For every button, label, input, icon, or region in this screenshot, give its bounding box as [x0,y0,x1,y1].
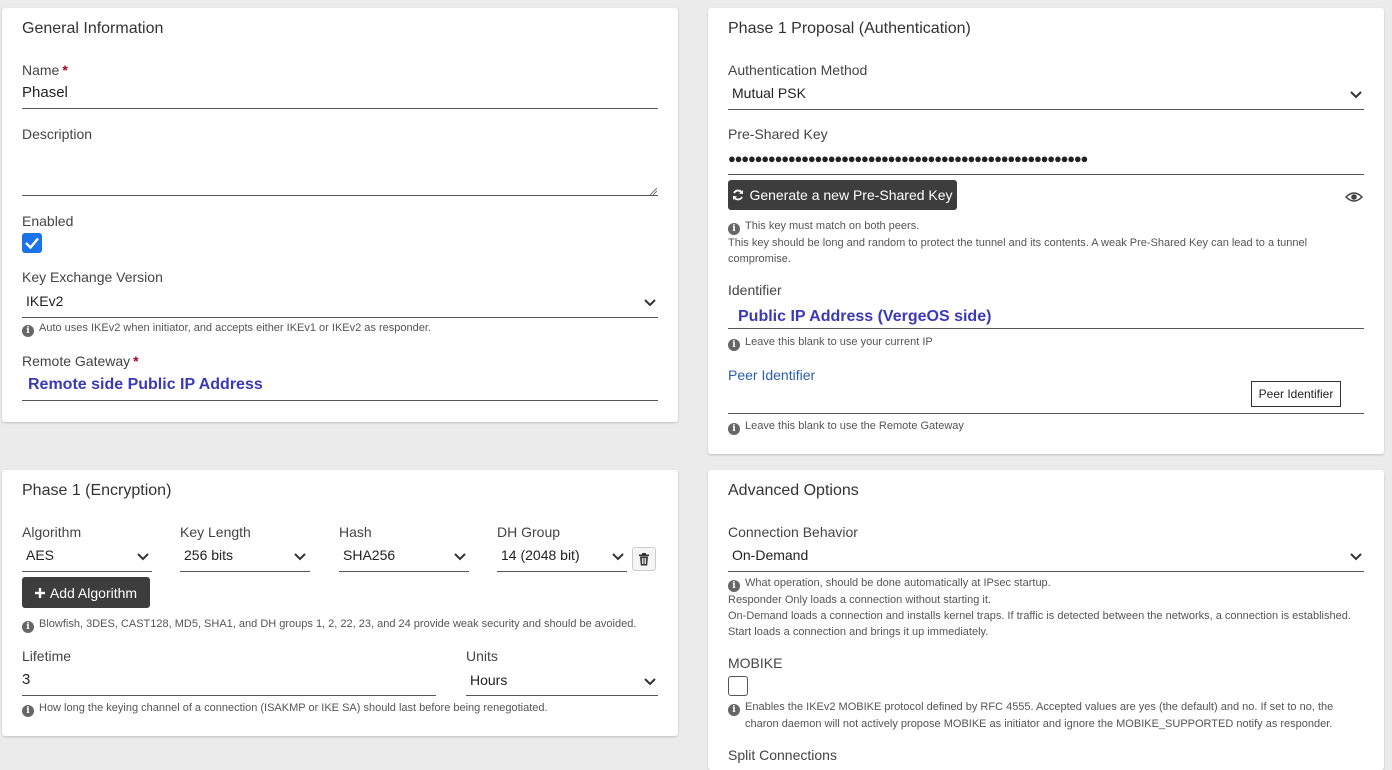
info-icon: i [728,704,740,716]
units-select[interactable]: Hours [470,672,507,688]
generate-psk-button-label: Generate a new Pre-Shared Key [749,187,953,203]
card-title: General Information [22,20,164,37]
info-icon: i [728,223,740,235]
peer-identifier-underline [728,413,1364,414]
info-icon: i [22,705,34,717]
chevron-down-icon[interactable] [611,552,625,562]
general-information-card: General Information Name * Phasel Descrip… [2,8,678,422]
add-algorithm-button-label: Add Algorithm [49,584,138,601]
lifetime-label: Lifetime [22,648,72,664]
identifier-label: Identifier [728,282,782,298]
pre-shared-key-label: Pre-Shared Key [728,126,828,142]
authentication-method-underline [728,109,1364,110]
add-algorithm-button[interactable]: Add Algorithm [22,577,150,608]
peer-identifier-label: Peer Identifier [728,367,816,383]
chevron-down-icon[interactable] [1349,90,1363,100]
mobike-checkbox[interactable] [728,676,748,696]
chevron-down-icon[interactable] [293,552,307,562]
phase1-encryption-card: Phase 1 (Encryption) Algorithm AES Key L… [2,470,678,736]
advanced-options-card: Advanced Options Connection Behavior On-… [708,470,1384,770]
trash-icon [639,552,649,565]
peer-identifier-tooltip: Peer Identifier [1251,381,1341,407]
lifetime-underline [22,695,436,696]
chevron-down-icon[interactable] [643,298,657,308]
units-label: Units [466,648,498,664]
refresh-icon [733,189,744,201]
name-input[interactable]: Phasel [22,84,658,101]
info-icon: i [22,325,34,337]
chevron-down-icon[interactable] [136,552,150,562]
card-title: Phase 1 Proposal (Authentication) [728,20,971,37]
plus-icon [34,587,45,598]
units-underline [466,695,658,696]
mobike-label: MOBIKE [728,655,783,671]
authentication-method-select[interactable]: Mutual PSK [732,85,806,101]
key-exchange-version-label: Key Exchange Version [22,269,163,285]
key-exchange-version-select[interactable]: IKEv2 [26,293,63,309]
pre-shared-key-input[interactable]: ●●●●●●●●●●●●●●●●●●●●●●●●●●●●●●●●●●●●●●●●… [728,151,1088,166]
enabled-label: Enabled [22,213,74,229]
remove-algorithm-button[interactable] [632,547,656,571]
description-label: Description [22,126,93,142]
connection-behavior-label: Connection Behavior [728,524,858,540]
weak-algorithms-help: i Blowfish, 3DES, CAST128, MD5, SHA1, and… [22,616,636,633]
mobike-help: i Enables the IKEv2 MOBIKE protocol defin… [728,699,1333,732]
connection-behavior-select[interactable]: On-Demand [732,547,808,563]
eye-icon[interactable] [1345,191,1363,203]
identifier-input[interactable]: Public IP Address (VergeOS side) [738,308,991,326]
chevron-down-icon[interactable] [643,677,657,687]
card-title: Phase 1 (Encryption) [22,482,172,499]
authentication-method-label: Authentication Method [728,62,868,78]
dh-group-label: DH Group [497,524,561,540]
enabled-checkbox[interactable] [22,233,42,253]
info-icon: i [22,621,34,633]
identifier-help: i Leave this blank to use your current IP [728,334,933,351]
psk-help: i This key must match on both peers. This… [728,220,1308,265]
dh-group-underline [497,571,627,572]
info-icon: i [728,339,740,351]
description-textarea[interactable] [22,148,658,194]
lifetime-help: i How long the keying channel of a connec… [22,700,548,717]
remote-gateway-label: Remote Gateway * [22,353,139,369]
generate-psk-button[interactable]: Generate a new Pre-Shared Key [728,180,957,210]
info-icon: i [728,423,740,435]
key-length-underline [180,571,310,572]
name-underline [22,108,658,109]
key-exchange-help: i Auto uses IKEv2 when initiator, and acc… [22,320,431,337]
checkmark-icon [25,237,39,250]
info-icon: i [728,580,740,592]
algorithm-select[interactable]: AES [26,547,54,563]
chevron-down-icon[interactable] [1349,552,1363,562]
resize-handle-icon[interactable] [649,187,657,195]
key-length-select[interactable]: 256 bits [184,547,233,563]
peer-identifier-help: i Leave this blank to use the Remote Gate… [728,418,964,435]
connection-behavior-help: i What operation, should be done automati… [728,577,1351,638]
hash-select[interactable]: SHA256 [343,547,395,563]
chevron-down-icon[interactable] [453,552,467,562]
key-length-label: Key Length [180,524,251,540]
remote-gateway-underline [22,400,658,401]
phase1-authentication-card: Phase 1 Proposal (Authentication) Authen… [708,8,1384,454]
dh-group-select[interactable]: 14 (2048 bit) [501,547,580,563]
algorithm-label: Algorithm [22,524,82,540]
hash-underline [339,571,469,572]
key-exchange-version-underline [22,317,658,318]
pre-shared-key-underline [728,174,1364,175]
identifier-underline [728,328,1364,329]
algorithm-underline [22,571,152,572]
name-label: Name * [22,62,68,78]
card-title: Advanced Options [728,482,859,499]
connection-behavior-underline [728,571,1364,572]
remote-gateway-input[interactable]: Remote side Public IP Address [28,376,263,394]
description-underline [22,195,658,196]
lifetime-input[interactable]: 3 [22,671,30,688]
hash-label: Hash [339,524,372,540]
split-connections-label: Split Connections [728,747,837,763]
